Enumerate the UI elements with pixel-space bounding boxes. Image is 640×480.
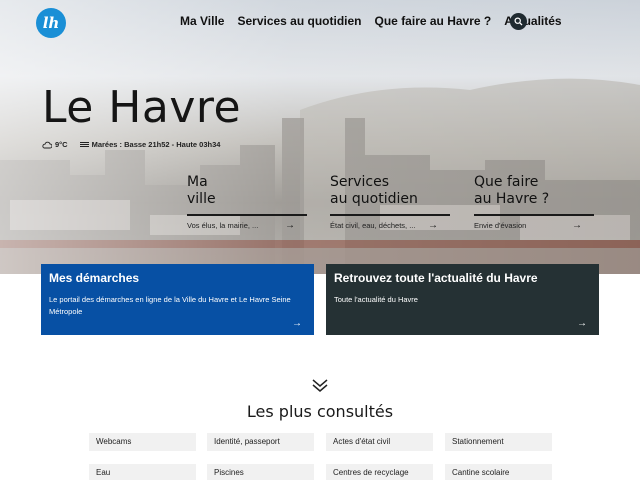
arrow-right-icon: →: [428, 220, 438, 231]
card-description: Envie d'évasion: [474, 221, 527, 230]
arrow-right-icon: →: [285, 220, 295, 231]
quick-link-identite[interactable]: Identité, passeport: [207, 433, 314, 451]
band-description: Le portail des démarches en ligne de la …: [49, 295, 291, 316]
search-button[interactable]: [510, 13, 527, 30]
band-title: Mes démarches: [49, 271, 140, 285]
double-chevron-down-icon: [312, 379, 328, 392]
band-actualite[interactable]: Retrouvez toute l'actualité du Havre Tou…: [326, 264, 599, 335]
waves-icon: [79, 142, 89, 147]
meteo-bar: 9°C Marées : Basse 21h52 - Haute 03h34: [42, 140, 220, 149]
arrow-right-icon: →: [292, 318, 302, 329]
quick-link-webcams[interactable]: Webcams: [89, 433, 196, 451]
card-ma-ville[interactable]: Ma ville Vos élus, la mairie, ... →: [187, 174, 307, 236]
card-title-line1: Que faire: [474, 174, 539, 190]
card-description: État civil, eau, déchets, ...: [330, 221, 416, 230]
cloud-sun-icon: [42, 141, 52, 148]
card-divider: [474, 214, 594, 216]
logo-text: lh: [42, 14, 60, 32]
arrow-right-icon: →: [572, 220, 582, 231]
card-title-line1: Ma: [187, 174, 208, 190]
band-description: Toute l'actualité du Havre: [334, 295, 418, 304]
weather-temp: 9°C: [55, 140, 68, 149]
card-title-line2: au Havre ?: [474, 191, 550, 207]
quick-link-eau[interactable]: Eau: [89, 464, 196, 480]
section-title: Les plus consultés: [246, 402, 394, 421]
card-title-line2: ville: [187, 191, 216, 207]
card-title-line1: Services: [330, 174, 390, 190]
quick-link-piscines[interactable]: Piscines: [207, 464, 314, 480]
search-icon: [514, 17, 523, 26]
quick-link-stationnement[interactable]: Stationnement: [445, 433, 552, 451]
band-title: Retrouvez toute l'actualité du Havre: [334, 271, 538, 285]
site-logo[interactable]: lh: [36, 8, 66, 38]
quick-link-recyclage[interactable]: Centres de recyclage: [326, 464, 433, 480]
band-mes-demarches[interactable]: Mes démarches Le portail des démarches e…: [41, 264, 314, 335]
quick-link-cantine[interactable]: Cantine scolaire: [445, 464, 552, 480]
card-description: Vos élus, la mairie, ...: [187, 221, 259, 230]
card-title-line2: au quotidien: [330, 191, 418, 207]
card-divider: [187, 214, 307, 216]
card-que-faire[interactable]: Que faire au Havre ? Envie d'évasion →: [474, 174, 594, 236]
card-divider: [330, 214, 450, 216]
tides-text: Marées : Basse 21h52 - Haute 03h34: [91, 140, 221, 149]
nav-item-services[interactable]: Services au quotidien: [237, 14, 361, 28]
arrow-right-icon: →: [577, 318, 587, 329]
card-services[interactable]: Services au quotidien État civil, eau, d…: [330, 174, 450, 236]
nav-item-ma-ville[interactable]: Ma Ville: [180, 14, 224, 28]
nav-item-que-faire[interactable]: Que faire au Havre ?: [375, 14, 492, 28]
quick-link-etat-civil[interactable]: Actes d'état civil: [326, 433, 433, 451]
page-title: Le Havre: [42, 82, 242, 133]
